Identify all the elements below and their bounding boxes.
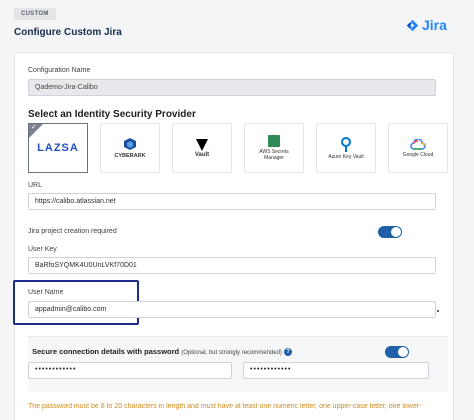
url-field[interactable]: https://calibo.atlassian.net (28, 193, 436, 210)
provider-cyberark-label: CYBERARK (114, 153, 146, 159)
provider-aws-label: AWS Secrets Manager (259, 149, 289, 161)
password-rules-note: The password must be 8 to 20 characters … (28, 403, 422, 410)
jira-logo: Jira (406, 17, 447, 33)
provider-vault-label: Vault (194, 151, 210, 158)
azure-key-vault-icon (341, 136, 351, 152)
user-key-field[interactable]: BaRfoSYQMK4U0UnLVKf70D01 (28, 257, 436, 274)
custom-tag: CUSTOM (14, 8, 56, 20)
field-marker (437, 310, 439, 312)
secure-optional-text: (Optional, but strongly recommended) (181, 350, 282, 356)
config-name-label: Configuration Name (28, 67, 91, 74)
check-icon: ✓ (31, 124, 37, 131)
secure-password-toggle[interactable] (385, 346, 409, 358)
cyberark-icon (124, 138, 136, 150)
user-key-label: User Key (28, 246, 57, 253)
provider-section-title: Select an Identity Security Provider (28, 109, 196, 120)
jira-icon (406, 19, 419, 31)
project-creation-toggle[interactable] (378, 226, 402, 238)
provider-cyberark[interactable]: CYBERARK (100, 123, 160, 173)
secure-title: Secure connection details with password … (32, 347, 293, 357)
provider-vault[interactable]: Vault (172, 123, 232, 173)
provider-aws-secrets[interactable]: AWS Secrets Manager (244, 123, 304, 173)
help-icon[interactable]: ? (284, 348, 293, 357)
user-name-field[interactable]: appadmin@calibo.com (28, 301, 436, 318)
provider-azure-label: Azure Key Vault (328, 153, 364, 160)
provider-google-label: Google Cloud (402, 151, 434, 158)
user-name-label: User Name (28, 289, 64, 296)
vault-icon (196, 138, 208, 151)
config-name-field[interactable]: Qademo-Jira-Calibo (28, 79, 436, 96)
page-title: Configure Custom Jira (14, 27, 122, 38)
provider-azure-key-vault[interactable]: Azure Key Vault (316, 123, 376, 173)
password-field[interactable]: •••••••••••• (28, 362, 232, 379)
secure-title-text: Secure connection details with password (32, 347, 180, 356)
google-cloud-icon (410, 138, 426, 150)
provider-lazsa[interactable]: ✓ LAZSA (28, 123, 88, 173)
jira-brand-text: Jira (422, 17, 447, 33)
url-label: URL (28, 182, 43, 189)
provider-google-cloud[interactable]: Google Cloud (388, 123, 448, 173)
project-creation-label: Jira project creation required (28, 228, 117, 235)
provider-lazsa-label: LAZSA (37, 142, 79, 154)
confirm-password-field[interactable]: •••••••••••• (243, 362, 429, 379)
aws-secrets-icon (268, 135, 280, 147)
provider-list: ✓ LAZSA CYBERARK Vault AWS Secrets Manag… (28, 123, 448, 175)
